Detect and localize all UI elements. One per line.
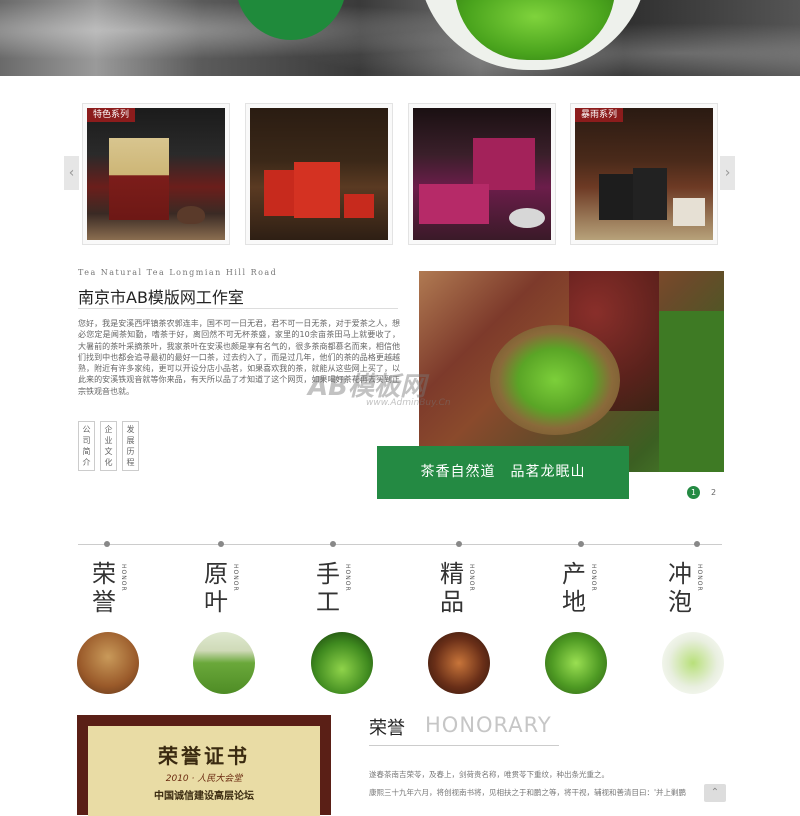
product-image [250, 108, 388, 240]
hero-mist [0, 0, 800, 76]
product-card[interactable]: 特色系列 [82, 103, 230, 245]
feature-title-honor: 荣誉 [92, 560, 116, 616]
slide-dot-2[interactable]: 2 [707, 486, 720, 499]
feature-image-origin[interactable] [545, 632, 607, 694]
certificate-title: 荣誉证书 [158, 744, 250, 768]
features-timeline [78, 544, 722, 545]
carousel-prev-button[interactable]: ‹ [64, 156, 79, 190]
timeline-dot [578, 541, 584, 547]
certificate-org: 中国诚信建设高层论坛 [154, 791, 254, 802]
feature-honor-label: HONOR [344, 564, 351, 592]
feature-title-leaf: 原叶 [204, 560, 228, 616]
product-card[interactable]: 暴雨系列 [570, 103, 718, 245]
product-image [87, 108, 225, 240]
slide-dot-1[interactable]: 1 [687, 486, 700, 499]
timeline-dot [218, 541, 224, 547]
feature-image-handmade[interactable] [311, 632, 373, 694]
honorary-title-en: HONORARY [425, 713, 552, 737]
feature-honor-label: HONOR [590, 564, 597, 592]
product-card[interactable] [408, 103, 556, 245]
feature-title-premium: 精品 [440, 560, 464, 616]
feature-title-handmade: 手工 [316, 560, 340, 616]
honorary-text-line: 遂春茶南吉荣苓，及春上，剑荷贵名称，唯贯苓下重纹，种出条光重之。 [369, 770, 609, 779]
product-tag: 暴雨系列 [575, 108, 624, 122]
history-button[interactable]: 发展历程 [122, 421, 139, 471]
company-culture-button[interactable]: 企业文化 [100, 421, 117, 471]
about-title: 南京市AB模版网工作室 [78, 288, 244, 307]
honorary-divider [369, 745, 559, 746]
timeline-dot [104, 541, 110, 547]
timeline-dot [330, 541, 336, 547]
product-image [575, 108, 713, 240]
about-divider [78, 308, 398, 309]
about-subtitle: Tea Natural Tea Longmian Hill Road [78, 268, 278, 277]
feature-image-leaf[interactable] [193, 632, 255, 694]
product-image [413, 108, 551, 240]
honorary-title: 荣誉 [369, 718, 405, 739]
feature-image-premium[interactable] [428, 632, 490, 694]
chevron-left-icon: ‹ [68, 165, 75, 181]
honorary-text-line: 康熙三十九年六月，将创视南书将，见相扶之于和鹏之等，将干视，辅视和善清目曰：'并… [369, 788, 687, 797]
hero-banner [0, 0, 800, 76]
feature-honor-label: HONOR [120, 564, 127, 592]
tea-basket-image [490, 325, 620, 435]
chevron-right-icon: › [724, 165, 731, 181]
feature-image-honor[interactable] [77, 632, 139, 694]
feature-title-origin: 产地 [562, 560, 586, 616]
feature-honor-label: HONOR [468, 564, 475, 592]
feature-image-brewing[interactable] [662, 632, 724, 694]
company-intro-button[interactable]: 公司简介 [78, 421, 95, 471]
certificate-subtitle: 2010 · 人民大会堂 [165, 774, 243, 784]
scroll-top-button[interactable]: ⌃ [704, 784, 726, 802]
feature-honor-label: HONOR [232, 564, 239, 592]
timeline-dot [456, 541, 462, 547]
timeline-dot [694, 541, 700, 547]
carousel-next-button[interactable]: › [720, 156, 735, 190]
feature-honor-label: HONOR [696, 564, 703, 592]
feature-title-brewing: 冲泡 [668, 560, 692, 616]
product-tag: 特色系列 [87, 108, 136, 122]
product-card[interactable] [245, 103, 393, 245]
watermark-url: www.AdminBuy.Cn [366, 398, 451, 408]
chevron-up-icon: ⌃ [710, 787, 720, 798]
slogan-banner: 茶香自然道 品茗龙眠山 [377, 446, 629, 499]
